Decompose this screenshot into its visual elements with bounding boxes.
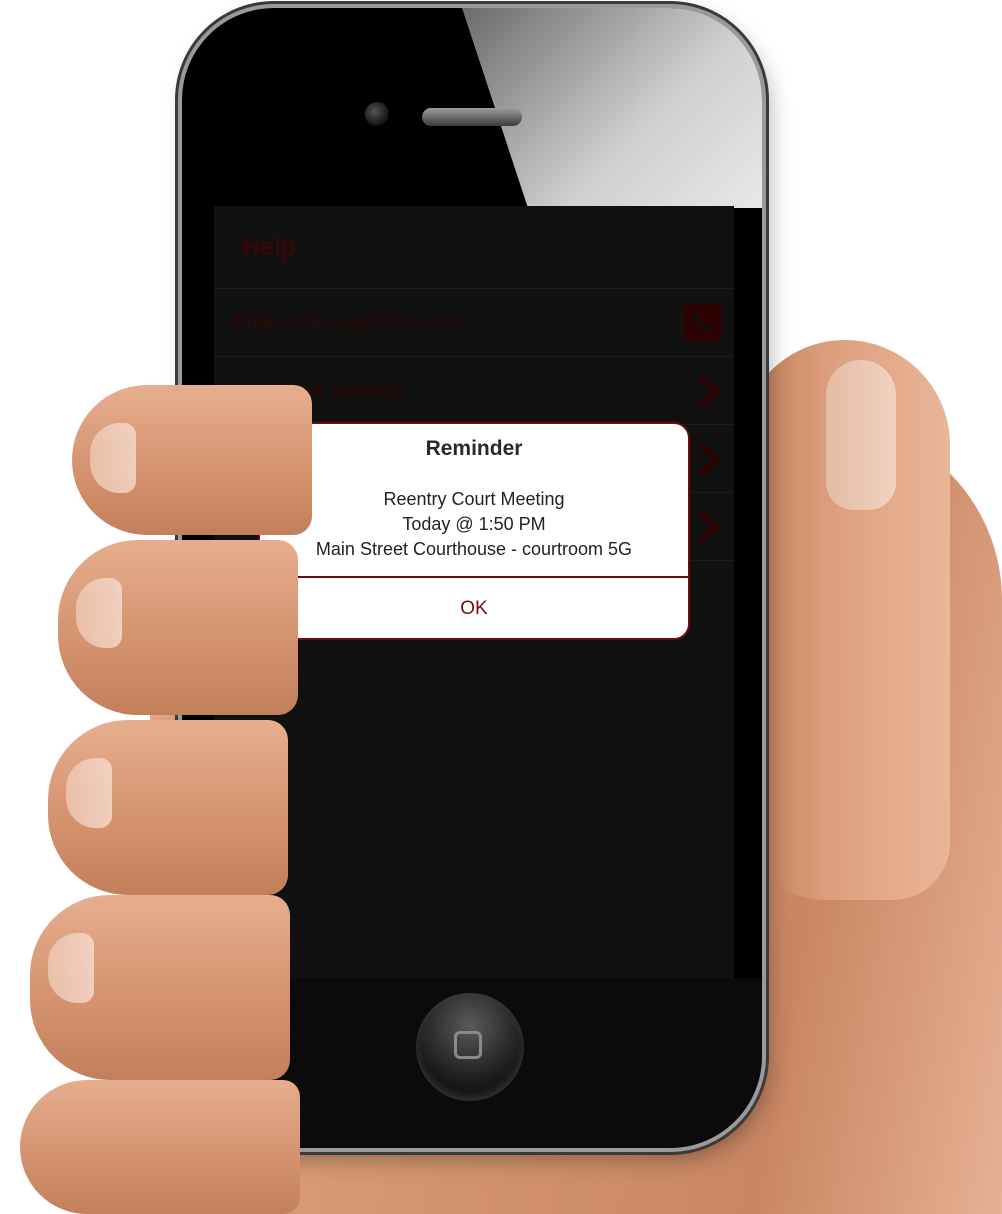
dialog-line-time: Today @ 1:50 PM bbox=[402, 514, 546, 534]
dialog-title: Reminder bbox=[425, 437, 523, 460]
hand-finger bbox=[72, 385, 312, 535]
app-header: Help bbox=[214, 206, 734, 289]
menu-item-label: Crisis bbox=[233, 312, 284, 332]
menu-item-detail: (call/text) bbox=[330, 380, 404, 400]
dialog-line-location: Main Street Courthouse - courtroom 5G bbox=[315, 539, 633, 559]
ok-button[interactable]: OK bbox=[260, 578, 688, 638]
chevron-right-icon bbox=[696, 509, 722, 544]
menu-item-crisis[interactable]: Crisis (call support line now) bbox=[214, 289, 734, 357]
front-camera-icon bbox=[365, 102, 389, 126]
hand-finger bbox=[20, 1080, 300, 1214]
menu-item-detail: (call support line now) bbox=[289, 312, 465, 332]
hand-finger bbox=[30, 895, 290, 1080]
dialog-line-event: Reentry Court Meeting bbox=[383, 489, 565, 509]
page-title: Help bbox=[242, 232, 297, 261]
chevron-right-icon bbox=[696, 373, 722, 408]
thumb-nail bbox=[826, 360, 896, 510]
finger-nail bbox=[48, 933, 94, 1003]
chevron-right-icon bbox=[696, 441, 722, 476]
reminder-dialog: Reminder Reentry Court Meeting Today @ 1… bbox=[258, 422, 690, 640]
home-square-icon bbox=[454, 1031, 482, 1059]
finger-nail bbox=[66, 758, 112, 828]
finger-nail bbox=[90, 423, 136, 493]
phone-icon[interactable] bbox=[684, 303, 722, 342]
hand-finger bbox=[48, 720, 288, 895]
earpiece-speaker bbox=[422, 108, 522, 126]
finger-nail bbox=[76, 578, 122, 648]
dialog-message: Reentry Court Meeting Today @ 1:50 PM Ma… bbox=[260, 487, 688, 562]
photo-stage: Help Crisis (call support line now) Non-… bbox=[0, 0, 1002, 1214]
home-button[interactable] bbox=[416, 993, 524, 1101]
hand-finger bbox=[58, 540, 298, 715]
